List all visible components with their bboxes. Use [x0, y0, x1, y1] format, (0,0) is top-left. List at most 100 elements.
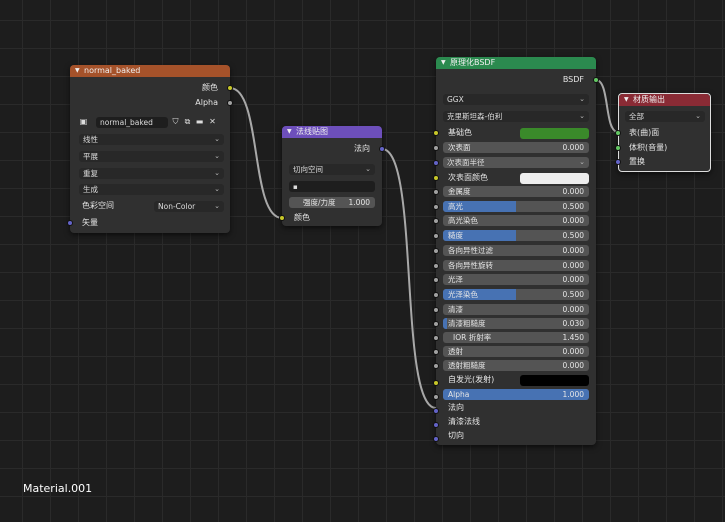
output-alpha-socket[interactable]	[227, 100, 233, 106]
subsurface-radius-socket[interactable]	[433, 160, 439, 166]
principled-bsdf-node[interactable]: ▼ 原理化BSDF BSDF GGX ⌄ 克里斯坦森-伯利 ⌄ 基础色 次表面 0.…	[433, 57, 599, 445]
alpha-socket[interactable]	[433, 394, 439, 400]
surface-socket[interactable]	[615, 130, 621, 136]
target-value: 全部	[629, 112, 644, 121]
base-color-swatch[interactable]	[520, 128, 589, 139]
metallic-slider[interactable]: 金属度 0.000	[443, 186, 589, 197]
anisotropic-slider[interactable]: 各向异性过滤 0.000	[443, 245, 589, 256]
output-normal-socket[interactable]	[379, 146, 385, 152]
space-dropdown[interactable]: 切向空间 ⌄	[289, 164, 375, 175]
alpha-value: 1.000	[562, 390, 584, 399]
roughness-slider[interactable]: 糙度 0.500	[443, 230, 589, 241]
collapse-triangle-icon[interactable]: ▼	[624, 94, 629, 106]
image-texture-node[interactable]: ▼ normal_baked 颜色 Alpha ▣ normal_baked ⛉…	[67, 65, 233, 233]
transmission-roughness-socket[interactable]	[433, 363, 439, 369]
output-node-header[interactable]: ▼ 材质输出	[619, 94, 710, 106]
subsurface-color-socket[interactable]	[433, 175, 439, 181]
metallic-socket[interactable]	[433, 189, 439, 195]
metallic-value: 0.000	[562, 187, 584, 196]
bsdf-node-title: 原理化BSDF	[450, 58, 496, 67]
unlink-close-icon[interactable]: ✕	[208, 117, 217, 126]
target-dropdown[interactable]: 全部 ⌄	[625, 111, 705, 122]
clearcoat-normal-socket[interactable]	[433, 422, 439, 428]
image-name-text: normal_baked	[100, 118, 153, 127]
ior-field[interactable]: IOR 折射率 1.450	[443, 332, 589, 343]
anisotropic-rotation-socket[interactable]	[433, 263, 439, 269]
subsurface-socket[interactable]	[433, 145, 439, 151]
subsurface-method-dropdown[interactable]: 克里斯坦森-伯利 ⌄	[443, 111, 589, 122]
distribution-dropdown[interactable]: GGX ⌄	[443, 94, 589, 105]
collapse-triangle-icon[interactable]: ▼	[287, 126, 292, 138]
output-bsdf-socket[interactable]	[593, 77, 599, 83]
image-browse-icon[interactable]: ▣	[79, 117, 88, 126]
chevron-down-icon: ⌄	[579, 158, 585, 166]
color-space-label: 色彩空间	[82, 201, 114, 210]
ior-socket[interactable]	[433, 335, 439, 341]
sheen-slider[interactable]: 光泽 0.000	[443, 274, 589, 285]
color-space-dropdown[interactable]: Non-Color ⌄	[154, 201, 224, 212]
ior-label: IOR 折射率	[453, 333, 492, 342]
source-value: 生成	[83, 185, 98, 194]
surface-label: 表(曲)面	[629, 128, 660, 137]
base-color-socket[interactable]	[433, 130, 439, 136]
volume-socket[interactable]	[615, 145, 621, 151]
transmission-slider[interactable]: 透射 0.000	[443, 346, 589, 357]
collapse-triangle-icon[interactable]: ▼	[441, 57, 446, 69]
anisotropic-label: 各向异性过滤	[448, 246, 493, 255]
image-node-header[interactable]: ▼ normal_baked	[70, 65, 230, 77]
sheen-socket[interactable]	[433, 277, 439, 283]
uv-map-field[interactable]: ▪	[289, 181, 375, 192]
source-dropdown[interactable]: 生成 ⌄	[79, 184, 224, 195]
link-normal-to-bsdf-normal[interactable]	[381, 148, 437, 409]
subsurface-slider[interactable]: 次表面 0.000	[443, 142, 589, 153]
transmission-socket[interactable]	[433, 349, 439, 355]
anisotropic-rotation-slider[interactable]: 各向异性旋转 0.000	[443, 260, 589, 271]
input-vector-socket[interactable]	[67, 220, 73, 226]
collapse-triangle-icon[interactable]: ▼	[75, 65, 80, 77]
sheen-tint-socket[interactable]	[433, 292, 439, 298]
roughness-socket[interactable]	[433, 233, 439, 239]
fake-user-shield-icon[interactable]: ⛉	[171, 117, 180, 126]
extension-dropdown[interactable]: 重复 ⌄	[79, 168, 224, 179]
link-bsdf-to-output-surface[interactable]	[595, 79, 619, 133]
sheen-tint-value: 0.500	[562, 290, 584, 299]
folder-icon[interactable]: ▬	[195, 117, 204, 126]
roughness-value: 0.500	[562, 231, 584, 240]
normal-map-node[interactable]: ▼ 法线贴图 法向 切向空间 ⌄ ▪ 强度/力度 1.000 颜色	[279, 126, 385, 226]
bsdf-node-header[interactable]: ▼ 原理化BSDF	[436, 57, 596, 69]
emission-color-swatch[interactable]	[520, 375, 589, 386]
input-color-socket[interactable]	[279, 215, 285, 221]
link-image-color-to-normal-color[interactable]	[229, 87, 283, 219]
displacement-socket[interactable]	[615, 159, 621, 165]
bsdf-normal-socket[interactable]	[433, 408, 439, 414]
sheen-tint-slider[interactable]: 光泽染色 0.500	[443, 289, 589, 300]
specular-tint-slider[interactable]: 高光染色 0.000	[443, 215, 589, 226]
clearcoat-roughness-socket[interactable]	[433, 321, 439, 327]
transmission-value: 0.000	[562, 347, 584, 356]
image-name-field[interactable]: normal_baked	[96, 117, 168, 128]
emission-socket[interactable]	[433, 380, 439, 386]
subsurface-color-swatch[interactable]	[520, 173, 589, 184]
alpha-slider[interactable]: Alpha 1.000	[443, 389, 589, 400]
material-name-label: Material.001	[23, 482, 93, 495]
anisotropic-socket[interactable]	[433, 248, 439, 254]
specular-socket[interactable]	[433, 204, 439, 210]
normal-node-header[interactable]: ▼ 法线贴图	[282, 126, 382, 138]
tangent-socket[interactable]	[433, 436, 439, 442]
projection-dropdown[interactable]: 平展 ⌄	[79, 151, 224, 162]
subsurface-radius-dropdown[interactable]: 次表面半径 ⌄	[443, 157, 589, 168]
strength-label: 强度/力度	[303, 198, 336, 207]
material-output-node[interactable]: ▼ 材质输出 全部 ⌄ 表(曲)面 体积(音量) 置换	[615, 93, 711, 172]
anisotropic-rotation-label: 各向异性旋转	[448, 261, 493, 270]
interpolation-dropdown[interactable]: 线性 ⌄	[79, 134, 224, 145]
specular-slider[interactable]: 高光 0.500	[443, 201, 589, 212]
output-bsdf-label: BSDF	[562, 75, 584, 84]
clearcoat-slider[interactable]: 清漆 0.000	[443, 304, 589, 315]
specular-tint-socket[interactable]	[433, 218, 439, 224]
clearcoat-socket[interactable]	[433, 307, 439, 313]
strength-slider[interactable]: 强度/力度 1.000	[289, 197, 375, 208]
clearcoat-roughness-slider[interactable]: 清漆粗糙度 0.030	[443, 318, 589, 329]
duplicate-icon[interactable]: ⧉	[183, 117, 192, 126]
transmission-roughness-slider[interactable]: 透射粗糙度 0.000	[443, 360, 589, 371]
output-color-socket[interactable]	[227, 85, 233, 91]
